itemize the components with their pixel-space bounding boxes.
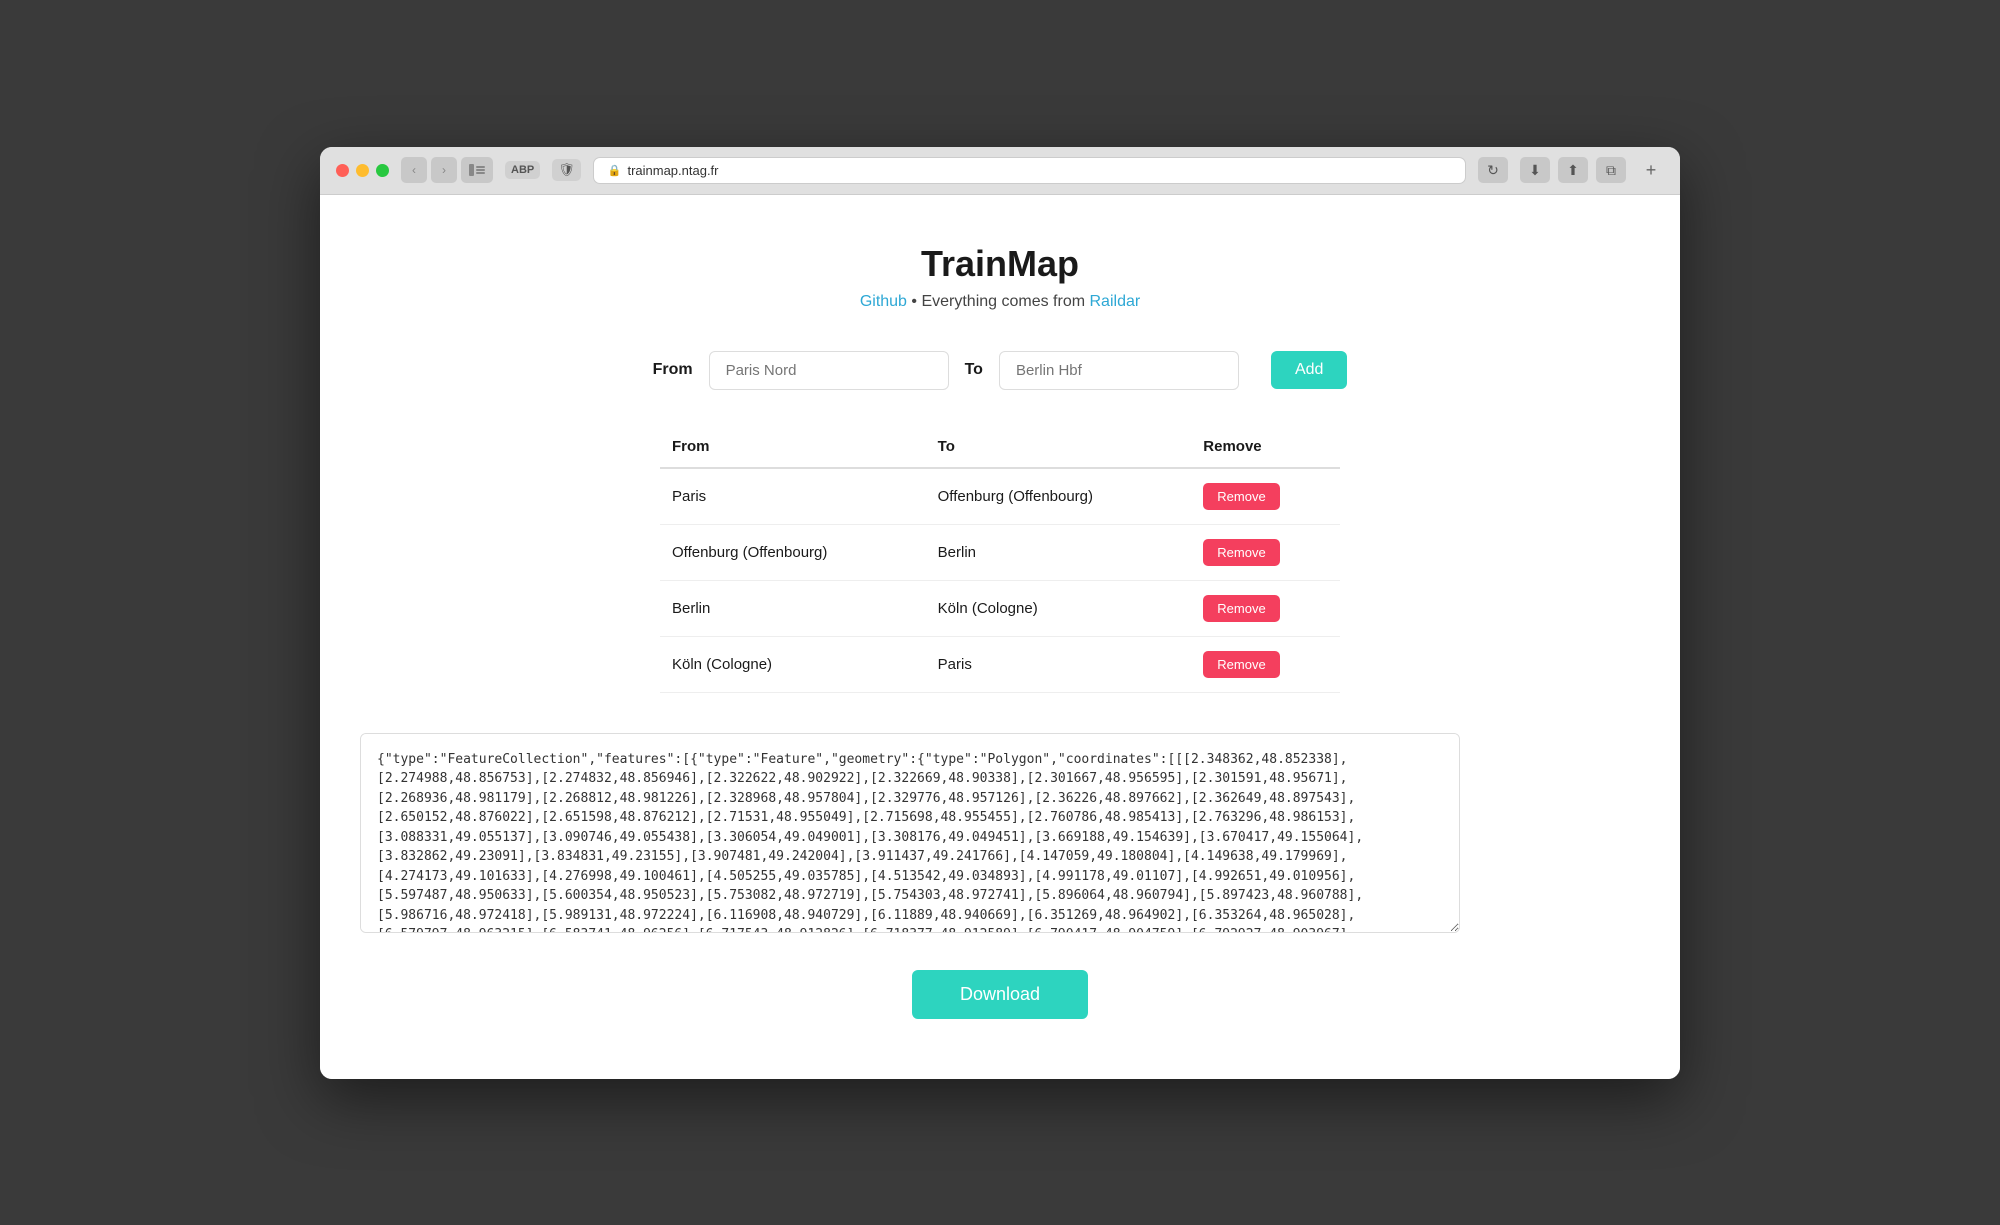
remove-cell: Remove — [1191, 524, 1340, 580]
to-cell: Berlin — [926, 524, 1192, 580]
back-button[interactable]: ‹ — [401, 157, 427, 183]
remove-button[interactable]: Remove — [1203, 483, 1279, 510]
github-link[interactable]: Github — [860, 293, 907, 310]
browser-nav: ‹ › — [401, 157, 493, 183]
to-input[interactable] — [999, 351, 1239, 390]
browser-content: TrainMap Github • Everything comes from … — [320, 195, 1680, 1079]
remove-button[interactable]: Remove — [1203, 539, 1279, 566]
remove-cell: Remove — [1191, 580, 1340, 636]
minimize-button[interactable] — [356, 164, 369, 177]
extensions-button[interactable]: ⧉ — [1596, 157, 1626, 183]
close-button[interactable] — [336, 164, 349, 177]
table-row: Offenburg (Offenbourg) Berlin Remove — [660, 524, 1340, 580]
url-bar[interactable]: 🔒 trainmap.ntag.fr — [593, 157, 1466, 184]
from-cell: Paris — [660, 468, 926, 525]
refresh-button[interactable]: ↻ — [1478, 157, 1508, 183]
browser-titlebar: ‹ › ABP 🛡 🔒 trainmap.ntag.fr ↻ ⬇ ⬆ ⧉ + — [320, 147, 1680, 195]
remove-cell: Remove — [1191, 636, 1340, 692]
download-section: Download — [360, 970, 1640, 1019]
page-title: TrainMap — [360, 243, 1640, 285]
browser-window: ‹ › ABP 🛡 🔒 trainmap.ntag.fr ↻ ⬇ ⬆ ⧉ + — [320, 147, 1680, 1079]
raildar-link[interactable]: Raildar — [1090, 293, 1141, 310]
sidebar-button[interactable] — [461, 157, 493, 183]
add-tab-button[interactable]: + — [1638, 157, 1664, 183]
add-button[interactable]: Add — [1271, 351, 1347, 389]
col-from: From — [660, 430, 926, 468]
shield-button[interactable]: 🛡 — [552, 159, 581, 181]
to-cell: Offenburg (Offenbourg) — [926, 468, 1192, 525]
form-row: From To Add — [360, 351, 1640, 390]
col-to: To — [926, 430, 1192, 468]
to-label: To — [965, 361, 983, 379]
subtitle: Github • Everything comes from Raildar — [360, 293, 1640, 311]
share-button[interactable]: ⬆ — [1558, 157, 1588, 183]
adblock-button[interactable]: ABP — [505, 161, 540, 179]
subtitle-separator: • Everything comes from — [907, 293, 1090, 310]
traffic-lights — [336, 164, 389, 177]
remove-cell: Remove — [1191, 468, 1340, 525]
fullscreen-button[interactable] — [376, 164, 389, 177]
to-cell: Köln (Cologne) — [926, 580, 1192, 636]
from-cell: Berlin — [660, 580, 926, 636]
col-remove: Remove — [1191, 430, 1340, 468]
lock-icon: 🔒 — [608, 164, 622, 177]
from-cell: Offenburg (Offenbourg) — [660, 524, 926, 580]
download-button[interactable]: Download — [912, 970, 1088, 1019]
remove-button[interactable]: Remove — [1203, 595, 1279, 622]
table-row: Köln (Cologne) Paris Remove — [660, 636, 1340, 692]
remove-button[interactable]: Remove — [1203, 651, 1279, 678]
url-text: trainmap.ntag.fr — [627, 163, 718, 178]
route-table: From To Remove Paris Offenburg (Offenbou… — [660, 430, 1340, 693]
forward-button[interactable]: › — [431, 157, 457, 183]
from-cell: Köln (Cologne) — [660, 636, 926, 692]
download-indicator[interactable]: ⬇ — [1520, 157, 1550, 183]
to-cell: Paris — [926, 636, 1192, 692]
table-row: Berlin Köln (Cologne) Remove — [660, 580, 1340, 636]
geojson-textarea[interactable] — [360, 733, 1460, 933]
browser-actions: ⬇ ⬆ ⧉ — [1520, 157, 1626, 183]
from-input[interactable] — [709, 351, 949, 390]
from-label: From — [653, 361, 693, 379]
table-row: Paris Offenburg (Offenbourg) Remove — [660, 468, 1340, 525]
